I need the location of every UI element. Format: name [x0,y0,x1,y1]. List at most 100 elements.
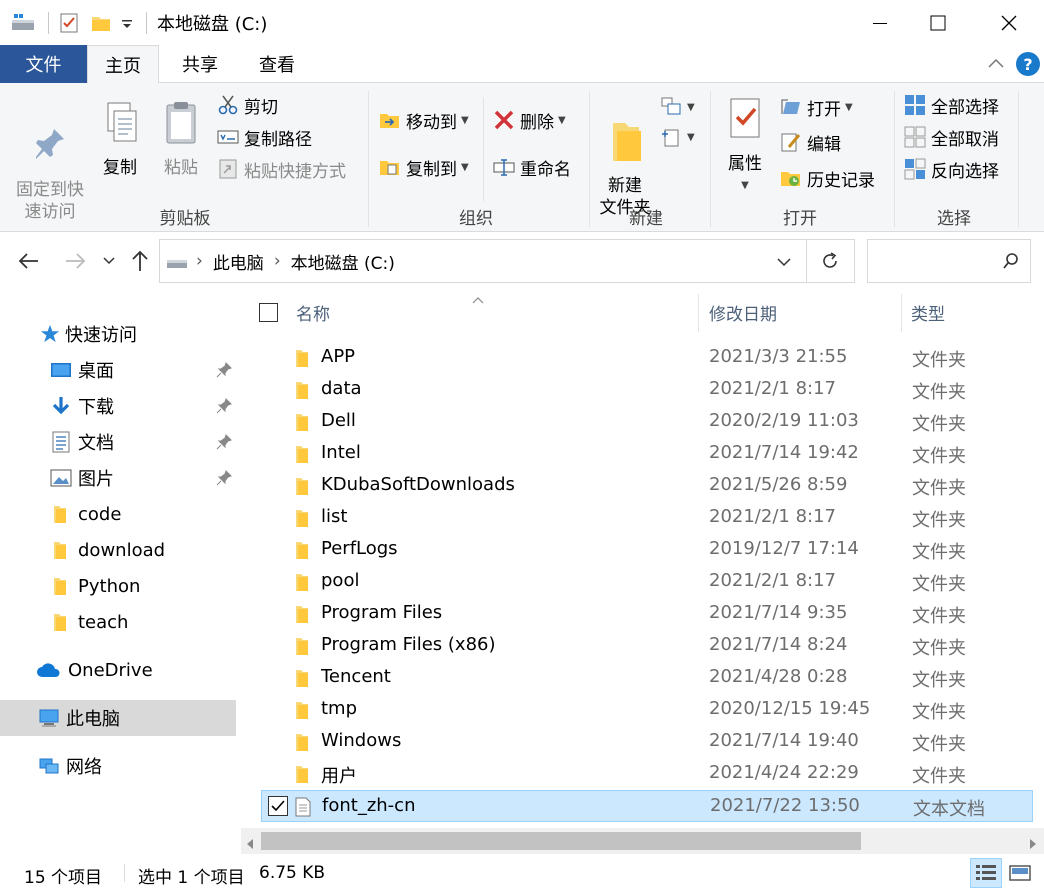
close-button[interactable] [980,0,1038,45]
table-row[interactable]: Windows 2021/7/14 19:40 文件夹 [261,726,1033,758]
table-row[interactable]: 用户 2021/4/24 22:29 文件夹 [261,758,1033,790]
table-row[interactable]: PerfLogs 2019/12/7 17:14 文件夹 [261,534,1033,566]
address-history-button[interactable] [775,253,793,276]
table-row[interactable]: APP 2021/3/3 21:55 文件夹 [261,342,1033,374]
invert-selection-button[interactable]: 反向选择 [904,155,999,183]
help-icon[interactable]: ? [1016,52,1040,76]
chevron-down-icon [777,258,791,267]
select-none-button[interactable]: 全部取消 [904,123,999,151]
nav-network[interactable]: 网络 [0,748,236,784]
column-header-date[interactable]: 修改日期 [709,290,899,334]
column-header-type[interactable]: 类型 [911,290,1041,334]
recent-locations-button[interactable] [101,252,117,273]
maximize-button[interactable] [909,0,967,45]
large-icons-view-button[interactable] [1004,858,1036,888]
select-all-button[interactable]: 全部选择 [904,91,999,119]
row-checkbox[interactable] [268,796,288,816]
delete-button[interactable]: 删除 ▼ [493,106,566,134]
nav-folder-teach[interactable]: teach [0,604,236,640]
minimize-button[interactable] [851,0,909,45]
up-button[interactable] [128,248,152,279]
new-folder-quick-icon[interactable] [90,10,112,36]
tab-view[interactable]: 查看 [241,45,313,83]
table-row[interactable]: font_zh-cn 2021/7/22 13:50 文本文档 [261,790,1033,822]
column-divider[interactable] [698,294,699,332]
details-view-button[interactable] [970,858,1002,888]
clipboard-group-label: 剪贴板 [159,209,211,229]
history-button[interactable]: 历史记录 [780,164,875,192]
text-file-icon [295,797,311,817]
nav-quick-access[interactable]: 快速访问 [0,316,236,352]
copy-icon [107,102,137,142]
paste-shortcut-button[interactable]: 粘贴快捷方式 [217,155,346,183]
table-row[interactable]: list 2021/2/1 8:17 文件夹 [261,502,1033,534]
select-all-checkbox[interactable] [259,303,278,322]
nav-folder-code[interactable]: code [0,496,236,532]
new-group-label: 新建 [629,209,663,229]
breadcrumb-separator-icon: › [273,251,281,271]
open-button[interactable]: 打开 ▼ [780,93,853,121]
rename-button[interactable]: 重命名 [493,153,571,181]
pin-to-quick-access-button[interactable]: 固定到快 速访问 [8,99,92,245]
nav-desktop[interactable]: 桌面 [0,352,236,388]
edit-button[interactable]: 编辑 [780,128,841,156]
cloud-icon [37,663,60,677]
column-divider[interactable] [901,294,902,332]
breadcrumb-local-disk[interactable]: 本地磁盘 (C:) [291,249,395,274]
scrollbar-thumb[interactable] [261,832,861,850]
cut-label: 剪切 [244,97,278,118]
collapse-ribbon-button[interactable] [986,54,1006,74]
back-button[interactable] [16,248,42,279]
address-bar[interactable]: › 此电脑 › 本地磁盘 (C:) [159,239,855,283]
invert-selection-icon [904,158,926,180]
paste-button[interactable]: 粘贴 [152,99,210,179]
new-item-button[interactable]: ▼ [660,93,695,121]
tab-home[interactable]: 主页 [87,45,159,84]
nav-folder-python[interactable]: Python [0,568,236,604]
table-row[interactable]: data 2021/2/1 8:17 文件夹 [261,374,1033,406]
nav-onedrive[interactable]: OneDrive [0,652,236,688]
table-row[interactable]: Intel 2021/7/14 19:42 文件夹 [261,438,1033,470]
breadcrumb-this-pc[interactable]: 此电脑 [213,249,264,274]
rename-icon [493,159,515,176]
easy-access-button[interactable]: ▼ [660,123,695,151]
column-header-name[interactable]: 名称 [296,290,696,334]
nav-folder-download[interactable]: download [0,532,236,568]
search-box[interactable] [867,239,1031,283]
nav-downloads[interactable]: 下载 [0,388,236,424]
table-row[interactable]: Program Files (x86) 2021/7/14 8:24 文件夹 [261,630,1033,662]
file-name: tmp [321,698,358,719]
nav-documents[interactable]: 文档 [0,424,236,460]
scroll-left-icon[interactable] [245,835,255,855]
forward-button[interactable] [62,248,88,279]
table-row[interactable]: Dell 2020/2/19 11:03 文件夹 [261,406,1033,438]
paste-label: 粘贴 [164,158,198,178]
file-type: 文件夹 [912,478,966,499]
table-row[interactable]: pool 2021/2/1 8:17 文件夹 [261,566,1033,598]
scroll-right-icon[interactable] [1028,835,1038,855]
properties-quick-icon[interactable] [58,10,80,36]
nav-this-pc[interactable]: 此电脑 [0,700,236,736]
horizontal-scrollbar[interactable] [241,828,1044,854]
move-to-button[interactable]: 移动到 ▼ [379,106,469,134]
table-row[interactable]: Program Files 2021/7/14 9:35 文件夹 [261,598,1033,630]
table-row[interactable]: tmp 2020/12/15 19:45 文件夹 [261,694,1033,726]
navigation-pane: 快速访问 桌面 下载 文档 图片 code download Python te… [0,290,240,828]
copy-path-button[interactable]: 复制路径 [217,123,312,151]
table-row[interactable]: Tencent 2021/4/28 0:28 文件夹 [261,662,1033,694]
nav-pictures[interactable]: 图片 [0,460,236,496]
refresh-button[interactable] [820,251,840,276]
nav-label: teach [78,611,129,633]
arrow-up-icon [132,250,148,271]
copy-button[interactable]: 复制 [92,99,148,179]
ribbon-tab-strip: 文件 主页 共享 查看 [0,45,1044,84]
properties-button[interactable]: 属性 ▼ [718,95,772,197]
tab-share[interactable]: 共享 [164,45,236,83]
tab-file[interactable]: 文件 [0,45,87,83]
customize-quick-access-icon[interactable] [120,10,134,36]
file-type: 文件夹 [912,670,966,691]
close-icon [1001,15,1017,30]
table-row[interactable]: KDubaSoftDownloads 2021/5/26 8:59 文件夹 [261,470,1033,502]
cut-button[interactable]: 剪切 [217,91,278,119]
copy-to-button[interactable]: 复制到 ▼ [379,153,469,181]
